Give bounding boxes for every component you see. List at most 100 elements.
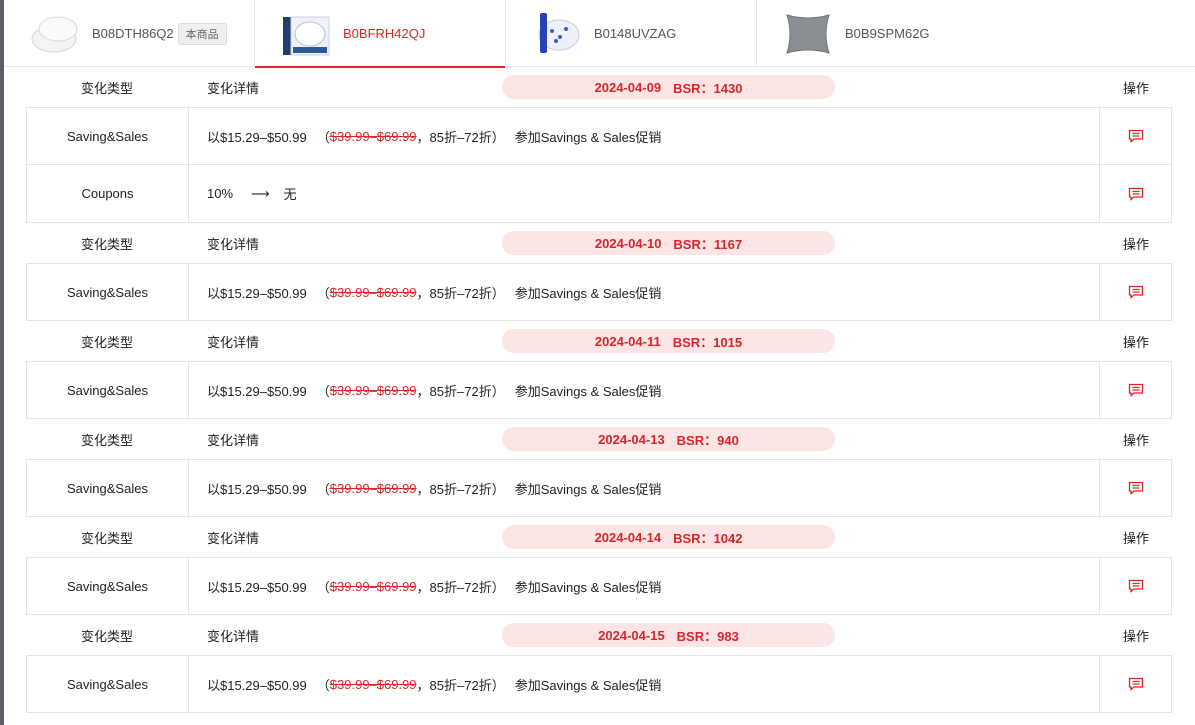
table-row: Saving&Sales 以$15.29–$50.99 （$39.99–$69.9… xyxy=(26,107,1172,165)
change-type: Saving&Sales xyxy=(27,108,189,164)
change-detail: 以$15.29–$50.99 （$39.99–$69.99 ，85折–72折） 参加S… xyxy=(189,108,1099,164)
original-price: $39.99–$69.99 xyxy=(329,480,417,496)
bsr: BSR：983 xyxy=(676,628,739,644)
bsr: BSR：1015 xyxy=(672,334,743,350)
header-op: 操作 xyxy=(1122,334,1149,350)
comment-button[interactable] xyxy=(1099,558,1171,614)
paren-open: （ xyxy=(316,129,330,145)
header-op: 操作 xyxy=(1122,236,1149,252)
date: 2024-04-14 xyxy=(594,529,662,545)
tab-asin: B0B9SPM62G xyxy=(845,26,930,41)
header-type: 变化类型 xyxy=(80,334,133,350)
group-header: 变化类型 变化详情 2024-04-09 BSR：1430 操作 xyxy=(26,67,1172,107)
header-type: 变化类型 xyxy=(80,80,133,96)
promo-text: 参加Savings & Sales促销 xyxy=(514,383,662,399)
sale-price: 以$15.29–$50.99 xyxy=(207,579,307,595)
comment-button[interactable] xyxy=(1099,460,1171,516)
header-type: 变化类型 xyxy=(80,628,133,644)
bsr: BSR：940 xyxy=(676,432,739,448)
group-header: 变化类型 变化详情 2024-04-15 BSR：983 操作 xyxy=(26,615,1172,655)
table-row: Saving&Sales 以$15.29–$50.99 （$39.99–$69.9… xyxy=(26,459,1172,517)
promo-text: 参加Savings & Sales促销 xyxy=(514,129,662,145)
paren-open: （ xyxy=(316,285,330,301)
bsr: BSR：1430 xyxy=(673,80,743,96)
discount: ，85折–72折） xyxy=(416,129,505,145)
change-type: Coupons xyxy=(27,165,189,222)
discount: ，85折–72折） xyxy=(416,579,505,595)
header-detail: 变化详情 xyxy=(207,530,260,546)
comment-icon xyxy=(1128,285,1143,299)
header-detail: 变化详情 xyxy=(207,628,260,644)
original-price: $39.99–$69.99 xyxy=(329,382,417,398)
change-detail: 以$15.29–$50.99 （$39.99–$69.99 ，85折–72折） 参加S… xyxy=(189,264,1099,320)
date-bsr-pill: 2024-04-13 BSR：940 xyxy=(502,427,835,451)
change-detail: 以$15.29–$50.99 （$39.99–$69.99 ，85折–72折） 参加S… xyxy=(189,460,1099,516)
coupon-to: 无 xyxy=(283,187,297,202)
change-type: Saving&Sales xyxy=(27,656,189,712)
paren-open: （ xyxy=(316,383,330,399)
change-type: Saving&Sales xyxy=(27,558,189,614)
product-tab-2[interactable]: B0BFRH42QJ xyxy=(255,0,506,68)
original-price: $39.99–$69.99 xyxy=(329,578,417,594)
comment-button[interactable] xyxy=(1099,264,1171,320)
group-header: 变化类型 变化详情 2024-04-11 BSR：1015 操作 xyxy=(26,321,1172,361)
header-op: 操作 xyxy=(1122,80,1149,96)
paren-open: （ xyxy=(316,481,330,497)
change-history-list: 变化类型 变化详情 2024-04-09 BSR：1430 操作 Saving&S… xyxy=(26,67,1172,713)
comment-icon xyxy=(1128,579,1143,593)
paren-open: （ xyxy=(316,579,330,595)
discount: ，85折–72折） xyxy=(416,677,505,693)
sale-price: 以$15.29–$50.99 xyxy=(207,383,307,399)
gray-pillow-product-icon xyxy=(781,7,835,61)
paren-open: （ xyxy=(316,677,330,693)
discount: ，85折–72折） xyxy=(416,481,505,497)
comment-button[interactable] xyxy=(1099,108,1171,164)
tab-asin: B0148UVZAG xyxy=(594,26,677,41)
promo-text: 参加Savings & Sales促销 xyxy=(514,285,662,301)
header-type: 变化类型 xyxy=(80,530,133,546)
group-header: 变化类型 变化详情 2024-04-10 BSR：1167 操作 xyxy=(26,223,1172,263)
comment-button[interactable] xyxy=(1099,656,1171,712)
group-header: 变化类型 变化详情 2024-04-14 BSR：1042 操作 xyxy=(26,517,1172,557)
table-row: Saving&Sales 以$15.29–$50.99 （$39.99–$69.9… xyxy=(26,557,1172,615)
table-row: Saving&Sales 以$15.29–$50.99 （$39.99–$69.9… xyxy=(26,361,1172,419)
current-product-badge: 本商品 xyxy=(177,22,227,45)
table-row: Coupons 10% ⟶ 无 xyxy=(26,165,1172,223)
date: 2024-04-11 xyxy=(594,333,661,349)
table-row: Saving&Sales 以$15.29–$50.99 （$39.99–$69.9… xyxy=(26,263,1172,321)
change-type: Saving&Sales xyxy=(27,460,189,516)
change-type: Saving&Sales xyxy=(27,264,189,320)
sale-price: 以$15.29–$50.99 xyxy=(207,285,307,301)
promo-text: 参加Savings & Sales促销 xyxy=(514,677,662,693)
discount: ，85折–72折） xyxy=(416,285,505,301)
change-detail: 以$15.29–$50.99 （$39.99–$69.99 ，85折–72折） 参加S… xyxy=(189,656,1099,712)
header-detail: 变化详情 xyxy=(207,236,260,252)
comment-icon xyxy=(1128,129,1143,143)
change-detail: 以$15.29–$50.99 （$39.99–$69.99 ，85折–72折） 参加S… xyxy=(189,362,1099,418)
date: 2024-04-10 xyxy=(594,235,662,251)
original-price: $39.99–$69.99 xyxy=(329,128,417,144)
date: 2024-04-09 xyxy=(594,79,662,95)
sale-price: 以$15.29–$50.99 xyxy=(207,677,307,693)
date-bsr-pill: 2024-04-11 BSR：1015 xyxy=(502,329,835,353)
sale-price: 以$15.29–$50.99 xyxy=(207,481,307,497)
change-detail: 10% ⟶ 无 xyxy=(189,165,1099,222)
promo-text: 参加Savings & Sales促销 xyxy=(514,481,662,497)
date: 2024-04-13 xyxy=(598,431,665,447)
window-edge xyxy=(0,0,4,725)
header-detail: 变化详情 xyxy=(207,334,260,350)
product-tab-4[interactable]: B0B9SPM62G xyxy=(757,0,1195,67)
product-tab-3[interactable]: B0148UVZAG xyxy=(506,0,757,67)
comment-button[interactable] xyxy=(1099,165,1171,222)
comment-icon xyxy=(1128,677,1143,691)
date-bsr-pill: 2024-04-14 BSR：1042 xyxy=(502,525,835,549)
date: 2024-04-15 xyxy=(598,627,665,643)
bsr: BSR：1042 xyxy=(673,530,743,546)
table-row: Saving&Sales 以$15.29–$50.99 （$39.99–$69.9… xyxy=(26,655,1172,713)
pillow-box-product-icon xyxy=(279,7,333,61)
product-tab-1[interactable]: B08DTH86Q2 本商品 xyxy=(4,0,255,67)
date-bsr-pill: 2024-04-09 BSR：1430 xyxy=(502,75,835,99)
original-price: $39.99–$69.99 xyxy=(329,284,417,300)
tab-asin: B0BFRH42QJ xyxy=(343,26,426,41)
comment-button[interactable] xyxy=(1099,362,1171,418)
